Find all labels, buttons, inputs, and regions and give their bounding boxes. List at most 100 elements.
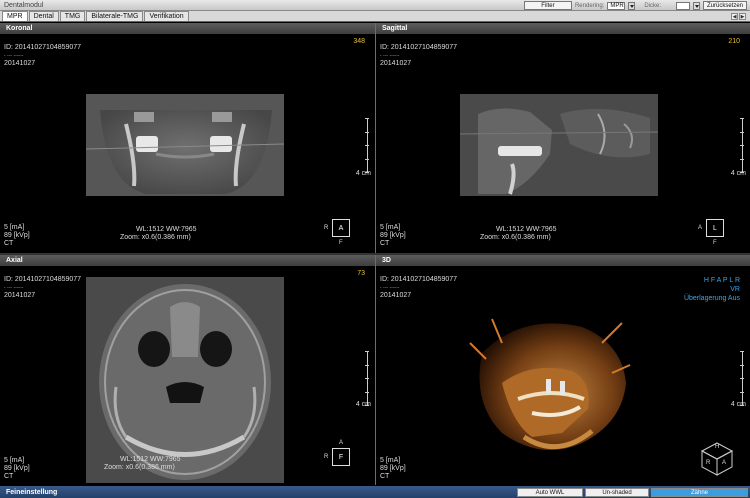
patient-info-top: ID: 20141027104859077 - --- ------ 20141…	[4, 44, 81, 68]
modality: CT	[4, 473, 14, 480]
slice-number: 73	[357, 270, 365, 277]
zoom-info: Zoom: x0.6(0.386 mm)	[480, 234, 551, 241]
tube-voltage: 89 [kVp]	[380, 465, 406, 472]
window-level-info: WL:1512 WW:7965 Zoom: x0.6(0.386 mm)	[480, 226, 557, 242]
orientation-left-label: R	[324, 225, 329, 231]
scale-bar	[353, 351, 369, 406]
viewport-divider-horizontal	[0, 253, 750, 255]
3d-volume-render	[469, 318, 631, 451]
coronal-ct-image	[86, 94, 284, 196]
patient-name: - --- ------	[4, 53, 24, 59]
fine-tuning-label[interactable]: Feineinstellung	[6, 489, 57, 496]
reset-button[interactable]: Zurücksetzen	[703, 1, 747, 10]
status-bar: Feineinstellung Auto WWL Un-shaded Zähne	[0, 486, 750, 498]
window-level-info: WL:1512 WW:7965 Zoom: x0.6(0.386 mm)	[104, 456, 181, 472]
unshaded-button[interactable]: Un-shaded	[585, 488, 649, 497]
scale-label: 4 cm	[355, 170, 371, 177]
patient-info-top: ID: 20141027104859077 - --- ------ 20141…	[380, 44, 457, 68]
scale-bar	[728, 118, 744, 173]
slice-number: 210	[728, 38, 740, 45]
toolbar: Filter Rendering: MPR Dicke: Zurücksetze…	[523, 0, 750, 11]
scale-label: 4 cm	[730, 170, 746, 177]
viewport-title: Sagittal	[376, 23, 750, 34]
modality: CT	[380, 240, 390, 247]
teeth-button[interactable]: Zähne	[651, 488, 748, 497]
orientation-left-label: A	[698, 225, 703, 231]
study-date: 20141027	[4, 292, 36, 299]
patient-info-top: ID: 20141027104859077 - --- ------ 20141…	[380, 276, 457, 300]
tab-next-icon[interactable]: ▶	[739, 13, 746, 20]
tube-current: 5 [mA]	[4, 457, 25, 464]
window-level-info: WL:1512 WW:7965 Zoom: x0.6(0.386 mm)	[120, 226, 197, 242]
overlay-status[interactable]: Überlagerung Aus	[684, 294, 740, 303]
tube-voltage: 89 [kVp]	[380, 232, 406, 239]
window-level: WL:1512 WW:7965	[136, 226, 197, 233]
window-level: WL:1512 WW:7965	[496, 226, 557, 233]
orientation-cube-icon[interactable]: F	[332, 448, 350, 466]
tube-current: 5 [mA]	[380, 457, 401, 464]
scale-bar	[728, 351, 744, 406]
tube-voltage: 89 [kVp]	[4, 465, 30, 472]
auto-wwl-button[interactable]: Auto WWL	[517, 488, 583, 497]
zoom-info: Zoom: x0.6(0.386 mm)	[120, 234, 191, 241]
rendering-dropdown-icon[interactable]	[628, 1, 636, 10]
patient-name: - --- ------	[4, 285, 24, 291]
scale-label: 4 cm	[730, 401, 746, 408]
viewport-title: Axial	[0, 255, 375, 266]
viewport-sagittal[interactable]: Sagittal 210 ID: 20141027104859077 - ---…	[376, 23, 750, 253]
orientation-cube-icon[interactable]: A	[332, 219, 350, 237]
acquisition-info: 5 [mA] 89 [kVp] CT	[4, 457, 30, 481]
patient-id: ID: 20141027104859077	[380, 44, 458, 51]
orientation-bottom-label: F	[713, 240, 717, 246]
orientation-left-label: R	[324, 454, 329, 460]
sagittal-ct-image	[460, 94, 658, 196]
tab-tmg[interactable]: TMG	[59, 11, 86, 21]
viewport-3d[interactable]: 3D ID: 20141027104859077 - --- ------ 20…	[376, 255, 750, 486]
filter-button[interactable]: Filter	[523, 1, 572, 10]
zoom-info: Zoom: x0.6(0.386 mm)	[104, 464, 175, 471]
viewport-axial[interactable]: Axial 73 ID: 20141027104859077 - --- ---…	[0, 255, 375, 486]
scale-label: 4 cm	[355, 401, 371, 408]
tube-voltage: 89 [kVp]	[4, 232, 30, 239]
patient-info-top: ID: 20141027104859077 - --- ------ 20141…	[4, 276, 81, 300]
3d-info: H F A P L R VR Überlagerung Aus	[684, 276, 740, 303]
orientation-letters[interactable]: H F A P L R	[684, 276, 740, 285]
orientation-cube-icon[interactable]: L	[706, 219, 724, 237]
acquisition-info: 5 [mA] 89 [kVp] CT	[4, 224, 30, 248]
modality: CT	[4, 240, 14, 247]
study-date: 20141027	[4, 60, 36, 67]
slice-number: 348	[353, 38, 365, 45]
cube-label-right: A	[722, 460, 727, 466]
study-date: 20141027	[380, 292, 412, 299]
tab-verifikation[interactable]: Verifikation	[144, 11, 189, 21]
app-title: Dentalmodul	[4, 1, 44, 9]
study-date: 20141027	[380, 60, 412, 67]
tube-current: 5 [mA]	[380, 224, 401, 231]
axial-ct-image	[86, 277, 284, 483]
thickness-select[interactable]	[676, 1, 690, 10]
patient-id: ID: 20141027104859077	[4, 276, 82, 283]
orientation-bottom-label: F	[339, 240, 343, 246]
scale-bar	[353, 118, 369, 173]
tab-mpr[interactable]: MPR	[2, 11, 28, 21]
tab-dental[interactable]: Dental	[28, 11, 59, 21]
viewport-koronal[interactable]: Koronal 348 ID: 20141027104859077 - --- …	[0, 23, 375, 253]
title-bar: Dentalmodul Filter Rendering: MPR Dicke:…	[0, 0, 750, 11]
tab-bilaterale-tmg[interactable]: Bilaterale-TMG	[86, 11, 144, 21]
patient-id: ID: 20141027104859077	[4, 44, 82, 51]
acquisition-info: 5 [mA] 89 [kVp] CT	[380, 457, 406, 481]
render-mode[interactable]: VR	[684, 285, 740, 294]
thickness-dropdown-icon[interactable]	[693, 1, 700, 10]
orientation-top-label: A	[339, 440, 344, 446]
tab-navigation: ◀ ▶	[731, 13, 746, 20]
patient-name: - --- ------	[380, 285, 400, 291]
patient-id: ID: 20141027104859077	[380, 276, 458, 283]
tab-prev-icon[interactable]: ◀	[731, 13, 738, 20]
cube-label-top: H	[715, 444, 720, 450]
viewport-title: 3D	[376, 255, 750, 266]
acquisition-info: 5 [mA] 89 [kVp] CT	[380, 224, 406, 248]
modality: CT	[380, 473, 390, 480]
tube-current: 5 [mA]	[4, 224, 25, 231]
tab-bar: MPR Dental TMG Bilaterale-TMG Verifikati…	[0, 11, 750, 22]
rendering-select[interactable]: MPR	[607, 1, 626, 10]
